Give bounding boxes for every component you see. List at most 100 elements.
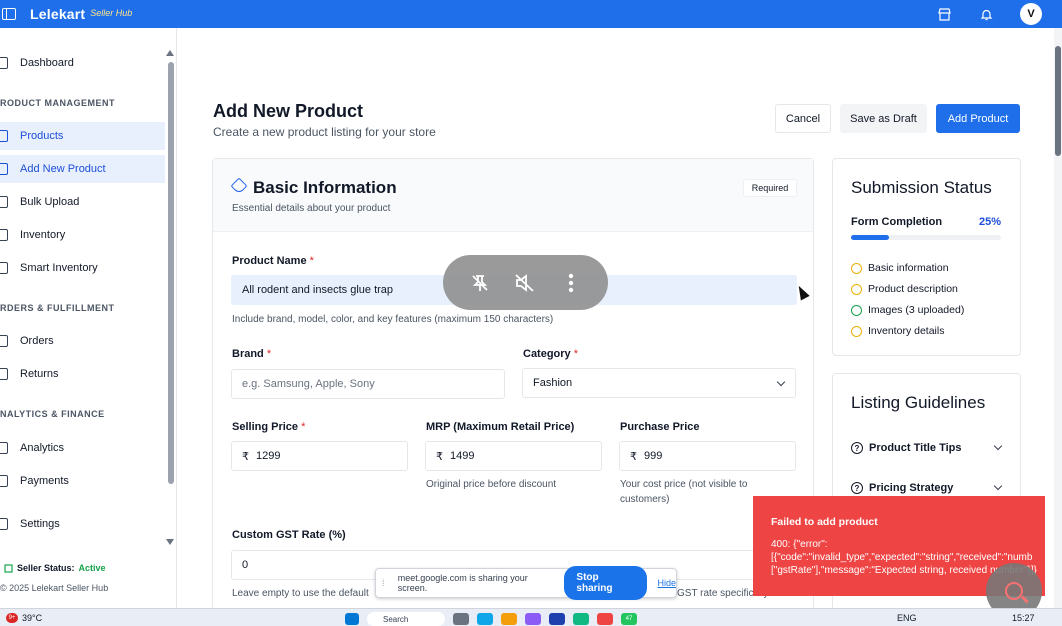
seller-status-value: Active xyxy=(78,563,106,573)
magnifier-icon xyxy=(1005,582,1023,600)
more-vertical-icon[interactable] xyxy=(559,271,583,295)
sidebar-item-label: Add New Product xyxy=(20,163,106,175)
add-product-button[interactable]: Add Product xyxy=(936,104,1020,133)
whatsapp-icon[interactable]: 47 xyxy=(621,613,637,625)
chrome-icon[interactable] xyxy=(597,613,613,625)
purchase-price-label: Purchase Price xyxy=(620,421,700,433)
box-icon xyxy=(0,229,8,241)
clock[interactable]: 15:27 xyxy=(1012,613,1035,623)
app-icon[interactable] xyxy=(525,613,541,625)
toast-line: [{"code":"invalid_type","expected":"stri… xyxy=(771,552,1033,563)
toast-title: Failed to add product xyxy=(771,516,878,528)
gst-rate-label: Custom GST Rate (%) xyxy=(232,529,346,541)
avatar[interactable]: V xyxy=(1020,3,1042,25)
sidebar-item-products[interactable]: Products xyxy=(0,122,165,150)
purchase-price-help: Your cost price (not visible to xyxy=(620,479,748,490)
sidebar-section-analytics: NALYTICS & FINANCE xyxy=(0,409,105,419)
cancel-button[interactable]: Cancel xyxy=(775,104,831,133)
sidebar-toggle-icon[interactable] xyxy=(2,8,16,20)
sidebar-item-smart-inventory[interactable]: Smart Inventory xyxy=(0,254,165,282)
stop-sharing-button[interactable]: Stop sharing xyxy=(564,566,648,600)
check-inventory-details: Inventory details xyxy=(851,325,944,337)
page-title: Add New Product xyxy=(213,101,364,121)
wallet-icon xyxy=(0,475,8,487)
form-completion-fill xyxy=(851,235,889,240)
purchase-price-help-2: customers) xyxy=(620,494,670,505)
sidebar-scroll-thumb[interactable] xyxy=(168,62,174,484)
sidebar-item-bulk-upload[interactable]: Bulk Upload xyxy=(0,188,165,216)
seller-status: Seller Status: Active xyxy=(4,563,106,573)
sidebar-item-orders[interactable]: Orders xyxy=(0,327,165,355)
gst-help: Leave empty to use the default xyxy=(232,588,369,599)
weather-badge: 9+ xyxy=(6,612,18,623)
card-title: Basic Information xyxy=(253,178,397,197)
guideline-product-title-tips[interactable]: ? Product Title Tips xyxy=(851,441,1003,454)
form-completion-label: Form Completion xyxy=(851,216,943,228)
basic-information-card: Basic Information Essential details abou… xyxy=(212,158,814,618)
card-subtitle: Essential details about your product xyxy=(232,203,391,214)
chevron-down-icon xyxy=(993,481,1003,491)
meet-floating-controls xyxy=(443,255,608,310)
bell-icon[interactable] xyxy=(978,6,994,22)
hide-link[interactable]: Hide xyxy=(657,578,676,588)
purchase-price-input[interactable]: ₹999 xyxy=(619,441,796,471)
app-icon[interactable] xyxy=(549,613,565,625)
sidebar: Dashboard RODUCT MANAGEMENT Products Add… xyxy=(0,28,177,608)
selling-price-input[interactable]: ₹1299 xyxy=(231,441,408,471)
unpin-icon[interactable] xyxy=(468,271,492,295)
alert-circle-icon xyxy=(851,283,862,295)
taskbar-apps: Search 47 xyxy=(345,612,637,626)
sidebar-item-returns[interactable]: Returns xyxy=(0,360,165,388)
sidebar-item-label: Products xyxy=(20,130,64,142)
guideline-pricing-strategy[interactable]: ? Pricing Strategy xyxy=(851,481,1003,494)
file-explorer-icon[interactable] xyxy=(501,613,517,625)
alert-circle-icon xyxy=(851,262,862,274)
product-name-label: Product Name * xyxy=(232,255,314,267)
upload-icon xyxy=(0,196,8,208)
app-icon[interactable] xyxy=(477,613,493,625)
rupee-icon: ₹ xyxy=(242,450,249,463)
taskbar-search[interactable]: Search xyxy=(367,612,445,626)
help-circle-icon: ? xyxy=(851,442,863,454)
product-name-help: Include brand, model, color, and key fea… xyxy=(232,314,554,325)
mrp-label: MRP (Maximum Retail Price) xyxy=(426,421,575,433)
brand-input[interactable]: e.g. Samsung, Apple, Sony xyxy=(231,369,505,399)
task-view-icon[interactable] xyxy=(453,613,469,625)
add-product-icon xyxy=(0,163,8,175)
drag-handle-icon[interactable]: ⁞ xyxy=(382,578,390,588)
check-basic-information: Basic information xyxy=(851,262,949,274)
language-indicator[interactable]: ENG xyxy=(897,613,917,623)
weather-widget[interactable]: 9+ 39°C xyxy=(6,612,42,623)
chevron-down-icon xyxy=(776,377,786,387)
sidebar-item-add-new-product[interactable]: Add New Product xyxy=(0,155,165,183)
rupee-icon: ₹ xyxy=(436,450,443,463)
sidebar-item-label: Settings xyxy=(20,518,60,530)
sidebar-item-label: Returns xyxy=(20,368,59,380)
sidebar-item-label: Orders xyxy=(20,335,54,347)
sidebar-item-label: Analytics xyxy=(20,442,65,454)
mrp-input[interactable]: ₹1499 xyxy=(425,441,602,471)
brand-name[interactable]: Lelekart xyxy=(30,6,85,22)
gear-icon xyxy=(0,518,8,530)
app-icon[interactable] xyxy=(573,613,589,625)
save-draft-button[interactable]: Save as Draft xyxy=(840,104,927,133)
sidebar-item-dashboard[interactable]: Dashboard xyxy=(0,49,165,77)
page-scrollbar[interactable] xyxy=(1054,28,1062,608)
form-completion-bar xyxy=(851,235,1001,240)
sidebar-item-payments[interactable]: Payments xyxy=(0,467,165,495)
category-select[interactable]: Fashion xyxy=(522,368,796,398)
chevron-down-icon xyxy=(993,441,1003,451)
submission-status-card: Submission Status Form Completion 25% Ba… xyxy=(832,158,1021,356)
submission-status-title: Submission Status xyxy=(851,178,992,197)
speaker-muted-icon[interactable] xyxy=(513,271,537,295)
store-icon[interactable] xyxy=(936,6,952,22)
sidebar-item-analytics[interactable]: Analytics xyxy=(0,434,165,462)
sidebar-item-settings[interactable]: Settings xyxy=(0,510,165,538)
sidebar-item-label: Smart Inventory xyxy=(20,262,98,274)
page-scroll-thumb[interactable] xyxy=(1055,46,1061,156)
scroll-down-arrow-icon[interactable] xyxy=(166,539,174,545)
sidebar-item-inventory[interactable]: Inventory xyxy=(0,221,165,249)
cart-icon xyxy=(0,335,8,347)
sidebar-scrollbar[interactable] xyxy=(168,52,174,542)
windows-start-icon[interactable] xyxy=(345,613,359,625)
